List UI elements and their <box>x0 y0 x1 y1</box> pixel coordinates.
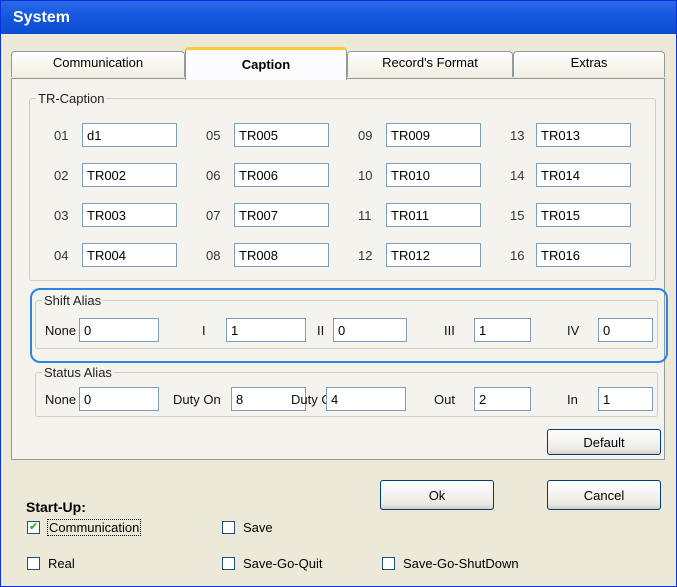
shift-alias-field-i[interactable] <box>226 318 306 342</box>
tr-caption-field-10[interactable] <box>386 163 481 187</box>
checkbox-box-icon <box>382 557 395 570</box>
system-dialog: System Communication Caption Record's Fo… <box>0 0 677 587</box>
shift-alias-field-ii[interactable] <box>333 318 407 342</box>
tr-caption-legend: TR-Caption <box>38 91 105 106</box>
startup-real-label: Real <box>48 556 75 571</box>
tr-caption-field-09[interactable] <box>386 123 481 147</box>
tr-caption-num-05: 05 <box>206 128 221 143</box>
tr-caption-field-03[interactable] <box>82 203 177 227</box>
tr-caption-num-03: 03 <box>54 208 69 223</box>
shift-alias-label-none: None <box>45 323 77 338</box>
tr-caption-field-13[interactable] <box>536 123 631 147</box>
shift-alias-field-iii[interactable] <box>474 318 531 342</box>
tab-extras[interactable]: Extras <box>513 51 665 77</box>
shift-alias-field-none[interactable] <box>79 318 159 342</box>
tr-caption-field-02[interactable] <box>82 163 177 187</box>
tr-caption-num-08: 08 <box>206 248 221 263</box>
tr-caption-field-14[interactable] <box>536 163 631 187</box>
shift-alias-label-iii: III <box>444 323 455 338</box>
tr-caption-field-07[interactable] <box>234 203 329 227</box>
startup-save-checkbox[interactable]: Save <box>222 520 273 535</box>
tr-caption-num-07: 07 <box>206 208 221 223</box>
tr-caption-field-04[interactable] <box>82 243 177 267</box>
window-title: System <box>1 1 676 34</box>
tr-caption-num-06: 06 <box>206 168 221 183</box>
tr-caption-field-15[interactable] <box>536 203 631 227</box>
shift-alias-label-ii: II <box>317 323 325 338</box>
tr-caption-field-16[interactable] <box>536 243 631 267</box>
status-alias-legend: Status Alias <box>44 365 112 380</box>
tr-caption-num-13: 13 <box>510 128 525 143</box>
startup-save-go-quit-label: Save-Go-Quit <box>243 556 323 571</box>
tr-caption-field-08[interactable] <box>234 243 329 267</box>
tab-caption[interactable]: Caption <box>185 47 347 80</box>
tr-caption-num-12: 12 <box>358 248 373 263</box>
startup-save-go-quit-checkbox[interactable]: Save-Go-Quit <box>222 556 322 571</box>
checkbox-box-icon <box>222 557 235 570</box>
tr-caption-field-06[interactable] <box>234 163 329 187</box>
shift-alias-label-i: I <box>202 323 206 338</box>
status-alias-label-out: Out <box>434 392 455 407</box>
tr-caption-num-15: 15 <box>510 208 525 223</box>
tr-caption-num-09: 09 <box>358 128 373 143</box>
status-alias-field-duty-off[interactable] <box>326 387 406 411</box>
tab-strip: Communication Caption Record's Format Ex… <box>11 47 665 80</box>
shift-alias-label-iv: IV <box>567 323 580 338</box>
shift-alias-legend: Shift Alias <box>44 293 102 308</box>
tr-caption-num-10: 10 <box>358 168 373 183</box>
cancel-button[interactable]: Cancel <box>547 480 661 510</box>
status-alias-label-duty-on: Duty On <box>173 392 221 407</box>
tr-caption-num-16: 16 <box>510 248 525 263</box>
startup-title: Start-Up: <box>26 499 86 515</box>
ok-button[interactable]: Ok <box>380 480 494 510</box>
checkbox-box-icon <box>27 557 40 570</box>
startup-save-go-shutdown-label: Save-Go-ShutDown <box>403 556 519 571</box>
status-alias-label-in: In <box>567 392 578 407</box>
startup-save-go-shutdown-checkbox[interactable]: Save-Go-ShutDown <box>382 556 519 571</box>
startup-communication-label: Communication <box>46 519 142 536</box>
startup-real-checkbox[interactable]: Real <box>27 556 75 571</box>
tr-caption-num-14: 14 <box>510 168 525 183</box>
tr-caption-num-11: 11 <box>358 208 372 223</box>
check-icon: ✔ <box>27 521 40 534</box>
tr-caption-num-04: 04 <box>54 248 69 263</box>
tr-caption-field-05[interactable] <box>234 123 329 147</box>
status-alias-field-none[interactable] <box>79 387 159 411</box>
shift-alias-field-iv[interactable] <box>598 318 653 342</box>
tab-records-format[interactable]: Record's Format <box>347 51 513 77</box>
tr-caption-num-01: 01 <box>54 128 69 143</box>
tr-caption-field-01[interactable] <box>82 123 177 147</box>
default-button[interactable]: Default <box>547 429 661 455</box>
status-alias-label-none: None <box>45 392 77 407</box>
startup-save-label: Save <box>243 520 273 535</box>
tr-caption-field-11[interactable] <box>386 203 481 227</box>
tab-communication[interactable]: Communication <box>11 51 185 77</box>
status-alias-field-out[interactable] <box>474 387 531 411</box>
tr-caption-num-02: 02 <box>54 168 69 183</box>
tr-caption-field-12[interactable] <box>386 243 481 267</box>
status-alias-field-in[interactable] <box>598 387 653 411</box>
startup-communication-checkbox[interactable]: ✔ Communication <box>27 519 142 536</box>
checkbox-box-icon <box>222 521 235 534</box>
